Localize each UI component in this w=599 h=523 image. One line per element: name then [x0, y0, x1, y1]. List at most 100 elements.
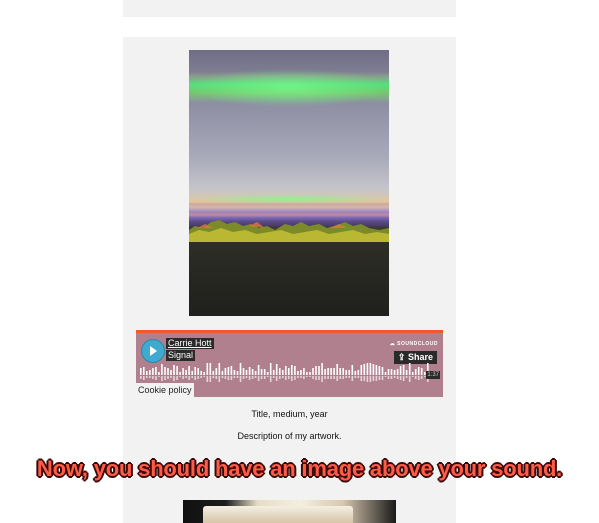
waveform-reflection — [393, 376, 396, 378]
waveform-reflection — [158, 376, 160, 377]
waveform-bar — [215, 368, 218, 375]
waveform-bar — [206, 363, 209, 375]
waveform-bar — [173, 365, 175, 375]
waveform-reflection — [327, 376, 329, 379]
waveform-bar — [285, 366, 287, 375]
waveform-reflection — [212, 376, 215, 378]
waveform-reflection — [282, 376, 284, 378]
waveform-bar — [300, 370, 302, 375]
waveform-reflection — [215, 376, 218, 379]
waveform-reflection — [176, 376, 178, 380]
waveform-reflection — [315, 376, 317, 380]
waveform-bar — [330, 368, 332, 375]
waveform-reflection — [306, 376, 308, 377]
waveform-bar — [212, 371, 215, 375]
waveform-reflection — [399, 376, 402, 380]
waveform-bar — [266, 372, 269, 375]
waveform-bar — [360, 365, 363, 375]
waveform-reflection — [351, 376, 354, 381]
waveform-reflection — [336, 376, 338, 381]
waveform-reflection — [242, 376, 245, 379]
treeline — [189, 220, 389, 242]
waveform-reflection — [291, 376, 293, 381]
waveform-bar — [203, 372, 205, 375]
waveform-bar — [152, 368, 154, 375]
waveform-reflection — [375, 376, 378, 381]
waveform-reflection — [152, 376, 154, 379]
artist-link[interactable]: Carrie Hott — [166, 338, 214, 349]
soundcloud-logo[interactable]: ☁ SOUNDCLOUD — [390, 341, 438, 347]
waveform-bar — [315, 366, 317, 375]
waveform-bar — [191, 371, 193, 375]
track-link[interactable]: Signal — [166, 350, 196, 361]
waveform-bar — [342, 368, 344, 375]
waveform-reflection — [164, 376, 166, 380]
waveform-reflection — [179, 376, 181, 377]
waveform-bar — [224, 368, 227, 375]
waveform-reflection — [230, 376, 233, 380]
waveform-reflection — [272, 376, 275, 378]
waveform-reflection — [182, 376, 184, 379]
waveform-bar — [149, 370, 151, 375]
waveform-reflection — [140, 376, 142, 379]
waveform-reflection — [309, 376, 311, 377]
waveform-bar — [390, 369, 393, 375]
waveform-bar — [272, 370, 275, 375]
waveform-bar — [242, 368, 245, 375]
cookie-policy-link[interactable]: Cookie policy — [136, 383, 194, 397]
waveform-bar — [218, 363, 221, 375]
waveform-reflection — [191, 376, 193, 378]
waveform-bar — [375, 365, 378, 375]
play-icon[interactable] — [141, 339, 165, 363]
waveform-reflection — [342, 376, 344, 379]
waveform-bar — [372, 364, 375, 375]
waveform-reflection — [402, 376, 405, 381]
waveform-reflection — [363, 376, 366, 381]
next-artwork-image — [183, 500, 396, 523]
waveform-reflection — [288, 376, 290, 379]
previous-card — [123, 0, 456, 17]
waveform-reflection — [161, 376, 163, 381]
waveform-reflection — [197, 376, 199, 379]
waveform-reflection — [248, 376, 251, 380]
waveform-reflection — [387, 376, 390, 379]
waveform-bar — [188, 366, 190, 375]
waveform-reflection — [206, 376, 209, 382]
waveform-bar — [269, 363, 272, 375]
waveform-reflection — [209, 376, 212, 382]
waveform-reflection — [369, 376, 372, 382]
waveform-bar — [354, 371, 357, 375]
waveform-bar — [357, 370, 360, 375]
waveform-reflection — [146, 376, 148, 378]
waveform-bar — [321, 363, 323, 375]
waveform-bar — [318, 366, 320, 375]
aurora-band — [189, 68, 389, 108]
waveform-bar — [405, 370, 408, 375]
waveform-reflection — [279, 376, 281, 379]
waveform-reflection — [414, 376, 417, 379]
waveform-reflection — [420, 376, 423, 379]
waveform-bar — [209, 363, 212, 375]
waveform-bar — [384, 372, 387, 375]
waveform-bar — [396, 369, 399, 375]
waveform-bar — [155, 367, 157, 375]
waveform-bar — [227, 367, 230, 375]
waveform-bar — [161, 364, 163, 375]
waveform-reflection — [294, 376, 296, 380]
waveform-bar — [158, 372, 160, 375]
waveform-reflection — [227, 376, 230, 380]
waveform-bar — [387, 369, 390, 375]
waveform-reflection — [366, 376, 369, 382]
track-duration: 1:37 — [426, 371, 440, 379]
waveform-reflection — [408, 376, 411, 382]
waveform-bar — [170, 370, 172, 375]
waveform-reflection — [149, 376, 151, 378]
waveform-reflection — [224, 376, 227, 379]
waveform[interactable] — [140, 363, 430, 383]
soundcloud-brand: SOUNDCLOUD — [397, 341, 438, 347]
waveform-bar — [345, 370, 347, 375]
waveform-bar — [176, 366, 178, 375]
waveform-bar — [393, 370, 396, 375]
waveform-bar — [233, 370, 236, 375]
waveform-reflection — [339, 376, 341, 379]
